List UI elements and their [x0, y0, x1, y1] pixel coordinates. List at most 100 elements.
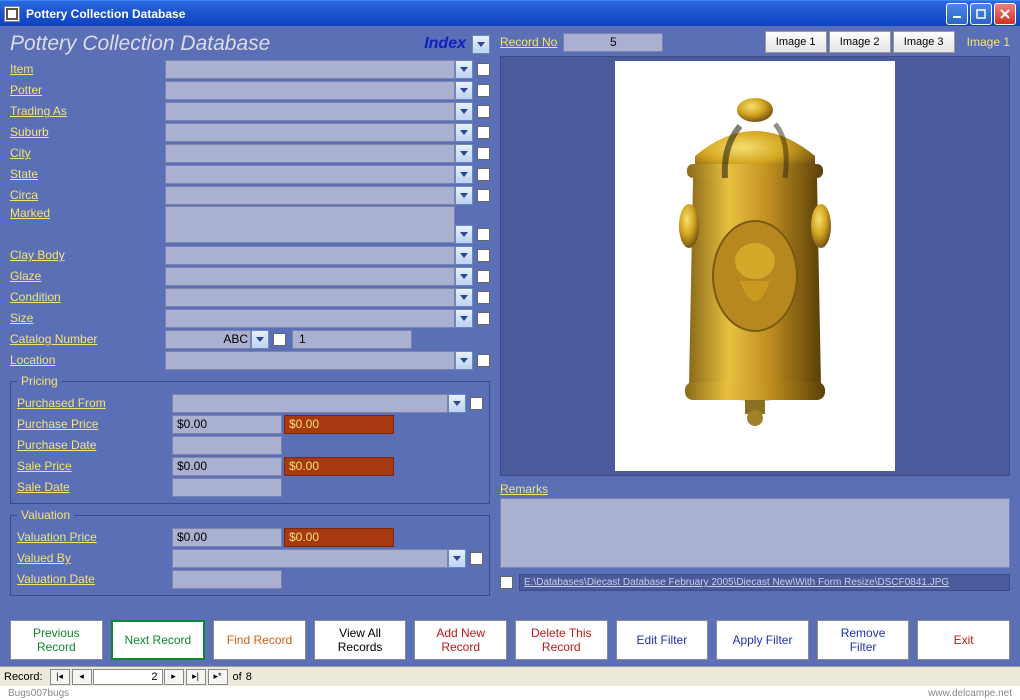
suburb-combo[interactable] — [165, 123, 455, 142]
view-all-button[interactable]: View All Records — [314, 620, 407, 660]
location-combo-btn[interactable] — [455, 351, 473, 370]
tradingas-check[interactable] — [477, 105, 490, 118]
valuedby-check[interactable] — [470, 552, 483, 565]
circa-combo-btn[interactable] — [455, 186, 473, 205]
image2-button[interactable]: Image 2 — [829, 31, 891, 53]
circa-check[interactable] — [477, 189, 490, 202]
glaze-combo[interactable] — [165, 267, 455, 286]
minimize-button[interactable] — [946, 3, 968, 25]
purchasedfrom-combo-btn[interactable] — [448, 394, 466, 413]
valuedby-combo-btn[interactable] — [448, 549, 466, 568]
page-title: Pottery Collection Database — [10, 32, 424, 56]
location-check[interactable] — [477, 354, 490, 367]
saleprice-input[interactable]: $0.00 — [172, 457, 282, 476]
pottery-image — [645, 86, 865, 446]
claybody-combo-btn[interactable] — [455, 246, 473, 265]
catalog-check[interactable] — [273, 333, 286, 346]
tradingas-label: Trading As — [10, 104, 165, 118]
size-check[interactable] — [477, 312, 490, 325]
condition-check[interactable] — [477, 291, 490, 304]
location-label: Location — [10, 353, 165, 367]
apply-filter-button[interactable]: Apply Filter — [716, 620, 809, 660]
image3-button[interactable]: Image 3 — [893, 31, 955, 53]
size-combo[interactable] — [165, 309, 455, 328]
marked-combo-btn[interactable] — [455, 225, 473, 244]
claybody-combo[interactable] — [165, 246, 455, 265]
valuationprice-label: Valuation Price — [17, 530, 172, 544]
valuationdate-input[interactable] — [172, 570, 282, 589]
item-label: Item — [10, 62, 165, 76]
image-path[interactable]: E:\Databases\Diecast Database February 2… — [519, 574, 1010, 591]
size-combo-btn[interactable] — [455, 309, 473, 328]
nav-last-button[interactable]: ▸| — [186, 669, 206, 685]
find-record-button[interactable]: Find Record — [213, 620, 306, 660]
maximize-button[interactable] — [970, 3, 992, 25]
remarks-textarea[interactable] — [500, 498, 1010, 568]
purchaseprice-input[interactable]: $0.00 — [172, 415, 282, 434]
glaze-label: Glaze — [10, 269, 165, 283]
city-combo-btn[interactable] — [455, 144, 473, 163]
item-combo[interactable] — [165, 60, 455, 79]
recordno-label: Record No — [500, 35, 557, 49]
nav-next-button[interactable]: ▸ — [164, 669, 184, 685]
catalog-abc-input[interactable]: ABC — [165, 330, 251, 349]
purchasedfrom-check[interactable] — [470, 397, 483, 410]
left-pane: Pottery Collection Database Index Item P… — [10, 30, 490, 612]
previous-record-button[interactable]: Previous Record — [10, 620, 103, 660]
catalog-label: Catalog Number — [10, 332, 165, 346]
add-new-button[interactable]: Add New Record — [414, 620, 507, 660]
item-combo-btn[interactable] — [455, 60, 473, 79]
index-combo[interactable] — [472, 35, 490, 54]
valuedby-combo[interactable] — [172, 549, 448, 568]
purchasedfrom-combo[interactable] — [172, 394, 448, 413]
saleprice-conv: $0.00 — [284, 457, 394, 476]
app-icon — [4, 6, 20, 22]
potter-combo[interactable] — [165, 81, 455, 100]
condition-label: Condition — [10, 290, 165, 304]
marked-combo[interactable] — [165, 206, 455, 243]
condition-combo[interactable] — [165, 288, 455, 307]
right-pane: Record No 5 Image 1 Image 2 Image 3 Imag… — [500, 30, 1010, 612]
marked-check[interactable] — [477, 228, 490, 241]
saledate-input[interactable] — [172, 478, 282, 497]
potter-combo-btn[interactable] — [455, 81, 473, 100]
catalog-abc-btn[interactable] — [251, 330, 269, 349]
nav-prev-button[interactable]: ◂ — [72, 669, 92, 685]
current-image-label: Image 1 — [967, 35, 1010, 49]
location-combo[interactable] — [165, 351, 455, 370]
claybody-check[interactable] — [477, 249, 490, 262]
glaze-check[interactable] — [477, 270, 490, 283]
path-checkbox[interactable] — [500, 576, 513, 589]
remove-filter-button[interactable]: Remove Filter — [817, 620, 910, 660]
catalog-num-input[interactable]: 1 — [292, 330, 412, 349]
close-button[interactable] — [994, 3, 1016, 25]
delete-record-button[interactable]: Delete This Record — [515, 620, 608, 660]
state-label: State — [10, 167, 165, 181]
marked-label: Marked — [10, 206, 165, 220]
image1-button[interactable]: Image 1 — [765, 31, 827, 53]
condition-combo-btn[interactable] — [455, 288, 473, 307]
city-combo[interactable] — [165, 144, 455, 163]
state-combo-btn[interactable] — [455, 165, 473, 184]
item-check[interactable] — [477, 63, 490, 76]
tradingas-combo[interactable] — [165, 102, 455, 121]
purchasedate-input[interactable] — [172, 436, 282, 455]
edit-filter-button[interactable]: Edit Filter — [616, 620, 709, 660]
saleprice-label: Sale Price — [17, 459, 172, 473]
next-record-button[interactable]: Next Record — [111, 620, 206, 660]
nav-current-input[interactable] — [93, 669, 163, 685]
circa-label: Circa — [10, 188, 165, 202]
state-check[interactable] — [477, 168, 490, 181]
valuationprice-input[interactable]: $0.00 — [172, 528, 282, 547]
circa-combo[interactable] — [165, 186, 455, 205]
exit-button[interactable]: Exit — [917, 620, 1010, 660]
nav-new-button[interactable]: ▸* — [208, 669, 228, 685]
potter-check[interactable] — [477, 84, 490, 97]
suburb-check[interactable] — [477, 126, 490, 139]
state-combo[interactable] — [165, 165, 455, 184]
suburb-combo-btn[interactable] — [455, 123, 473, 142]
tradingas-combo-btn[interactable] — [455, 102, 473, 121]
city-check[interactable] — [477, 147, 490, 160]
nav-first-button[interactable]: |◂ — [50, 669, 70, 685]
glaze-combo-btn[interactable] — [455, 267, 473, 286]
